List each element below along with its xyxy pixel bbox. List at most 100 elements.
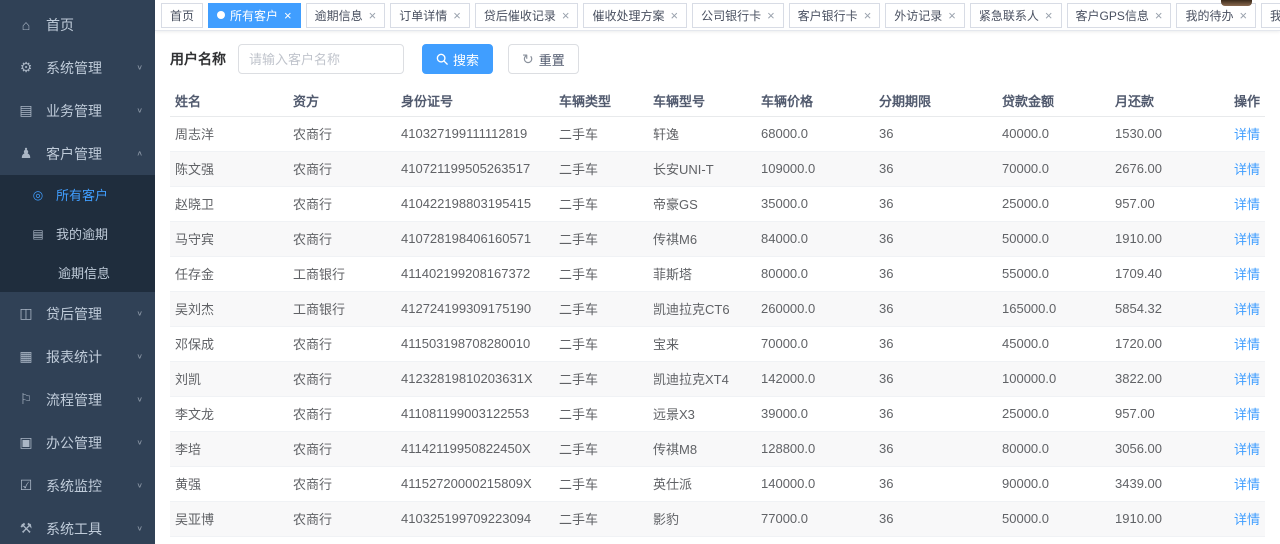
close-icon[interactable]: × — [1239, 9, 1247, 22]
table-cell: 165000.0 — [997, 291, 1110, 326]
table-cell: 农商行 — [288, 116, 396, 151]
close-icon[interactable]: × — [1155, 9, 1163, 22]
table-cell: 菲斯塔 — [648, 256, 756, 291]
table-cell: 50000.0 — [997, 501, 1110, 536]
close-icon[interactable]: × — [864, 9, 872, 22]
column-header: 车辆型号 — [648, 86, 756, 116]
search-input[interactable] — [238, 44, 404, 74]
detail-link[interactable]: 详情 — [1234, 337, 1260, 352]
table-cell: 40000.0 — [997, 116, 1110, 151]
close-icon[interactable]: × — [369, 9, 377, 22]
detail-link[interactable]: 详情 — [1234, 232, 1260, 247]
table-cell: 36 — [874, 186, 997, 221]
table-row: 刘凯农商行41232819810203631X二手车凯迪拉克XT4142000.… — [170, 361, 1265, 396]
tab-item[interactable]: 贷后催收记录× — [475, 3, 579, 28]
table-cell: 农商行 — [288, 186, 396, 221]
sidebar-item[interactable]: 逾期信息 — [0, 253, 155, 292]
tab-item[interactable]: 首页 — [161, 3, 203, 28]
table-cell — [874, 536, 997, 544]
table-row: 翟晓伟农商行二手车小鹏详情 — [170, 536, 1265, 544]
tab-item[interactable]: 我的流程× — [1261, 3, 1280, 28]
sidebar-item[interactable]: ♟客户管理∧ — [0, 132, 155, 175]
detail-link[interactable]: 详情 — [1234, 407, 1260, 422]
tab-item[interactable]: 客户GPS信息× — [1067, 3, 1172, 28]
sidebar-item[interactable]: ⚐流程管理∨ — [0, 378, 155, 421]
chevron-down-icon: ∨ — [136, 309, 143, 318]
detail-link[interactable]: 详情 — [1234, 302, 1260, 317]
table-cell: 二手车 — [554, 116, 648, 151]
report-icon: ▦ — [18, 348, 34, 365]
column-header: 姓名 — [170, 86, 288, 116]
reset-button[interactable]: ↻ 重置 — [508, 44, 579, 74]
tab-item[interactable]: 催收处理方案× — [583, 3, 687, 28]
table-cell: 二手车 — [554, 151, 648, 186]
tab-item[interactable]: 我的待办× — [1176, 3, 1256, 28]
action-cell: 详情 — [1223, 501, 1265, 536]
close-icon[interactable]: × — [948, 9, 956, 22]
column-header: 资方 — [288, 86, 396, 116]
chevron-down-icon: ∨ — [136, 395, 143, 404]
sidebar-item[interactable]: ▤业务管理∨ — [0, 89, 155, 132]
table-cell: 黄强 — [170, 466, 288, 501]
sidebar-item[interactable]: ▤我的逾期 — [0, 214, 155, 253]
business-icon: ▤ — [18, 102, 34, 119]
table-cell: 李文龙 — [170, 396, 288, 431]
close-icon[interactable]: × — [453, 9, 461, 22]
sidebar: ⌂首页⚙系统管理∨▤业务管理∨♟客户管理∧◎所有客户▤我的逾期逾期信息 ◫贷后管理… — [0, 0, 155, 544]
tab-item[interactable]: 订单详情× — [390, 3, 470, 28]
table-cell: 84000.0 — [756, 221, 874, 256]
search-button[interactable]: 搜索 — [422, 44, 493, 74]
table-cell: 邓保成 — [170, 326, 288, 361]
close-icon[interactable]: × — [284, 9, 292, 22]
column-header: 月还款 — [1110, 86, 1223, 116]
chevron-down-icon: ∨ — [136, 352, 143, 361]
table-cell: 农商行 — [288, 536, 396, 544]
tab-item[interactable]: 客户银行卡× — [789, 3, 881, 28]
sidebar-item-label: 系统监控 — [46, 476, 136, 496]
sidebar-item-label: 首页 — [46, 15, 143, 35]
sidebar-item-label: 逾期信息 — [58, 263, 143, 282]
detail-link[interactable]: 详情 — [1234, 267, 1260, 282]
table-cell: 36 — [874, 221, 997, 256]
sidebar-item[interactable]: ▣办公管理∨ — [0, 421, 155, 464]
tab-label: 首页 — [170, 7, 194, 24]
close-icon[interactable]: × — [562, 9, 570, 22]
column-header: 操作 — [1223, 86, 1265, 116]
table-cell: 70000.0 — [756, 326, 874, 361]
table-cell: 凯迪拉克XT4 — [648, 361, 756, 396]
sidebar-item[interactable]: ◫贷后管理∨ — [0, 292, 155, 335]
detail-link[interactable]: 详情 — [1234, 127, 1260, 142]
avatar[interactable] — [1221, 0, 1252, 6]
table-cell: 3056.00 — [1110, 431, 1223, 466]
detail-link[interactable]: 详情 — [1234, 197, 1260, 212]
tab-item[interactable]: 公司银行卡× — [692, 3, 784, 28]
chevron-down-icon: ∨ — [136, 524, 143, 533]
detail-link[interactable]: 详情 — [1234, 442, 1260, 457]
sidebar-item[interactable]: ⚙系统管理∨ — [0, 46, 155, 89]
table-cell: 轩逸 — [648, 116, 756, 151]
table-cell: 二手车 — [554, 361, 648, 396]
table-cell: 35000.0 — [756, 186, 874, 221]
detail-link[interactable]: 详情 — [1234, 372, 1260, 387]
detail-link[interactable]: 详情 — [1234, 477, 1260, 492]
close-icon[interactable]: × — [1045, 9, 1053, 22]
detail-link[interactable]: 详情 — [1234, 512, 1260, 527]
detail-link[interactable]: 详情 — [1234, 162, 1260, 177]
table-cell: 410327199111112819 — [396, 116, 554, 151]
table-cell: 412724199309175190 — [396, 291, 554, 326]
tab-label: 逾期信息 — [315, 7, 363, 24]
tab-item[interactable]: 逾期信息 × — [306, 3, 386, 28]
sidebar-item[interactable]: ▦报表统计∨ — [0, 335, 155, 378]
action-cell: 详情 — [1223, 361, 1265, 396]
action-cell: 详情 — [1223, 326, 1265, 361]
tab-item[interactable]: 所有客户× — [208, 3, 301, 28]
sidebar-item[interactable]: ⌂首页 — [0, 3, 155, 46]
sidebar-item[interactable]: ◎所有客户 — [0, 175, 155, 214]
close-icon[interactable]: × — [767, 9, 775, 22]
tab-item[interactable]: 紧急联系人× — [970, 3, 1062, 28]
tab-item[interactable]: 外访记录× — [885, 3, 965, 28]
sidebar-item[interactable]: ☑系统监控∨ — [0, 464, 155, 507]
tags-bar: 首页所有客户×逾期信息×订单详情×贷后催收记录×催收处理方案×公司银行卡×客户银… — [155, 0, 1280, 31]
close-icon[interactable]: × — [670, 9, 678, 22]
sidebar-item[interactable]: ⚒系统工具∨ — [0, 507, 155, 544]
